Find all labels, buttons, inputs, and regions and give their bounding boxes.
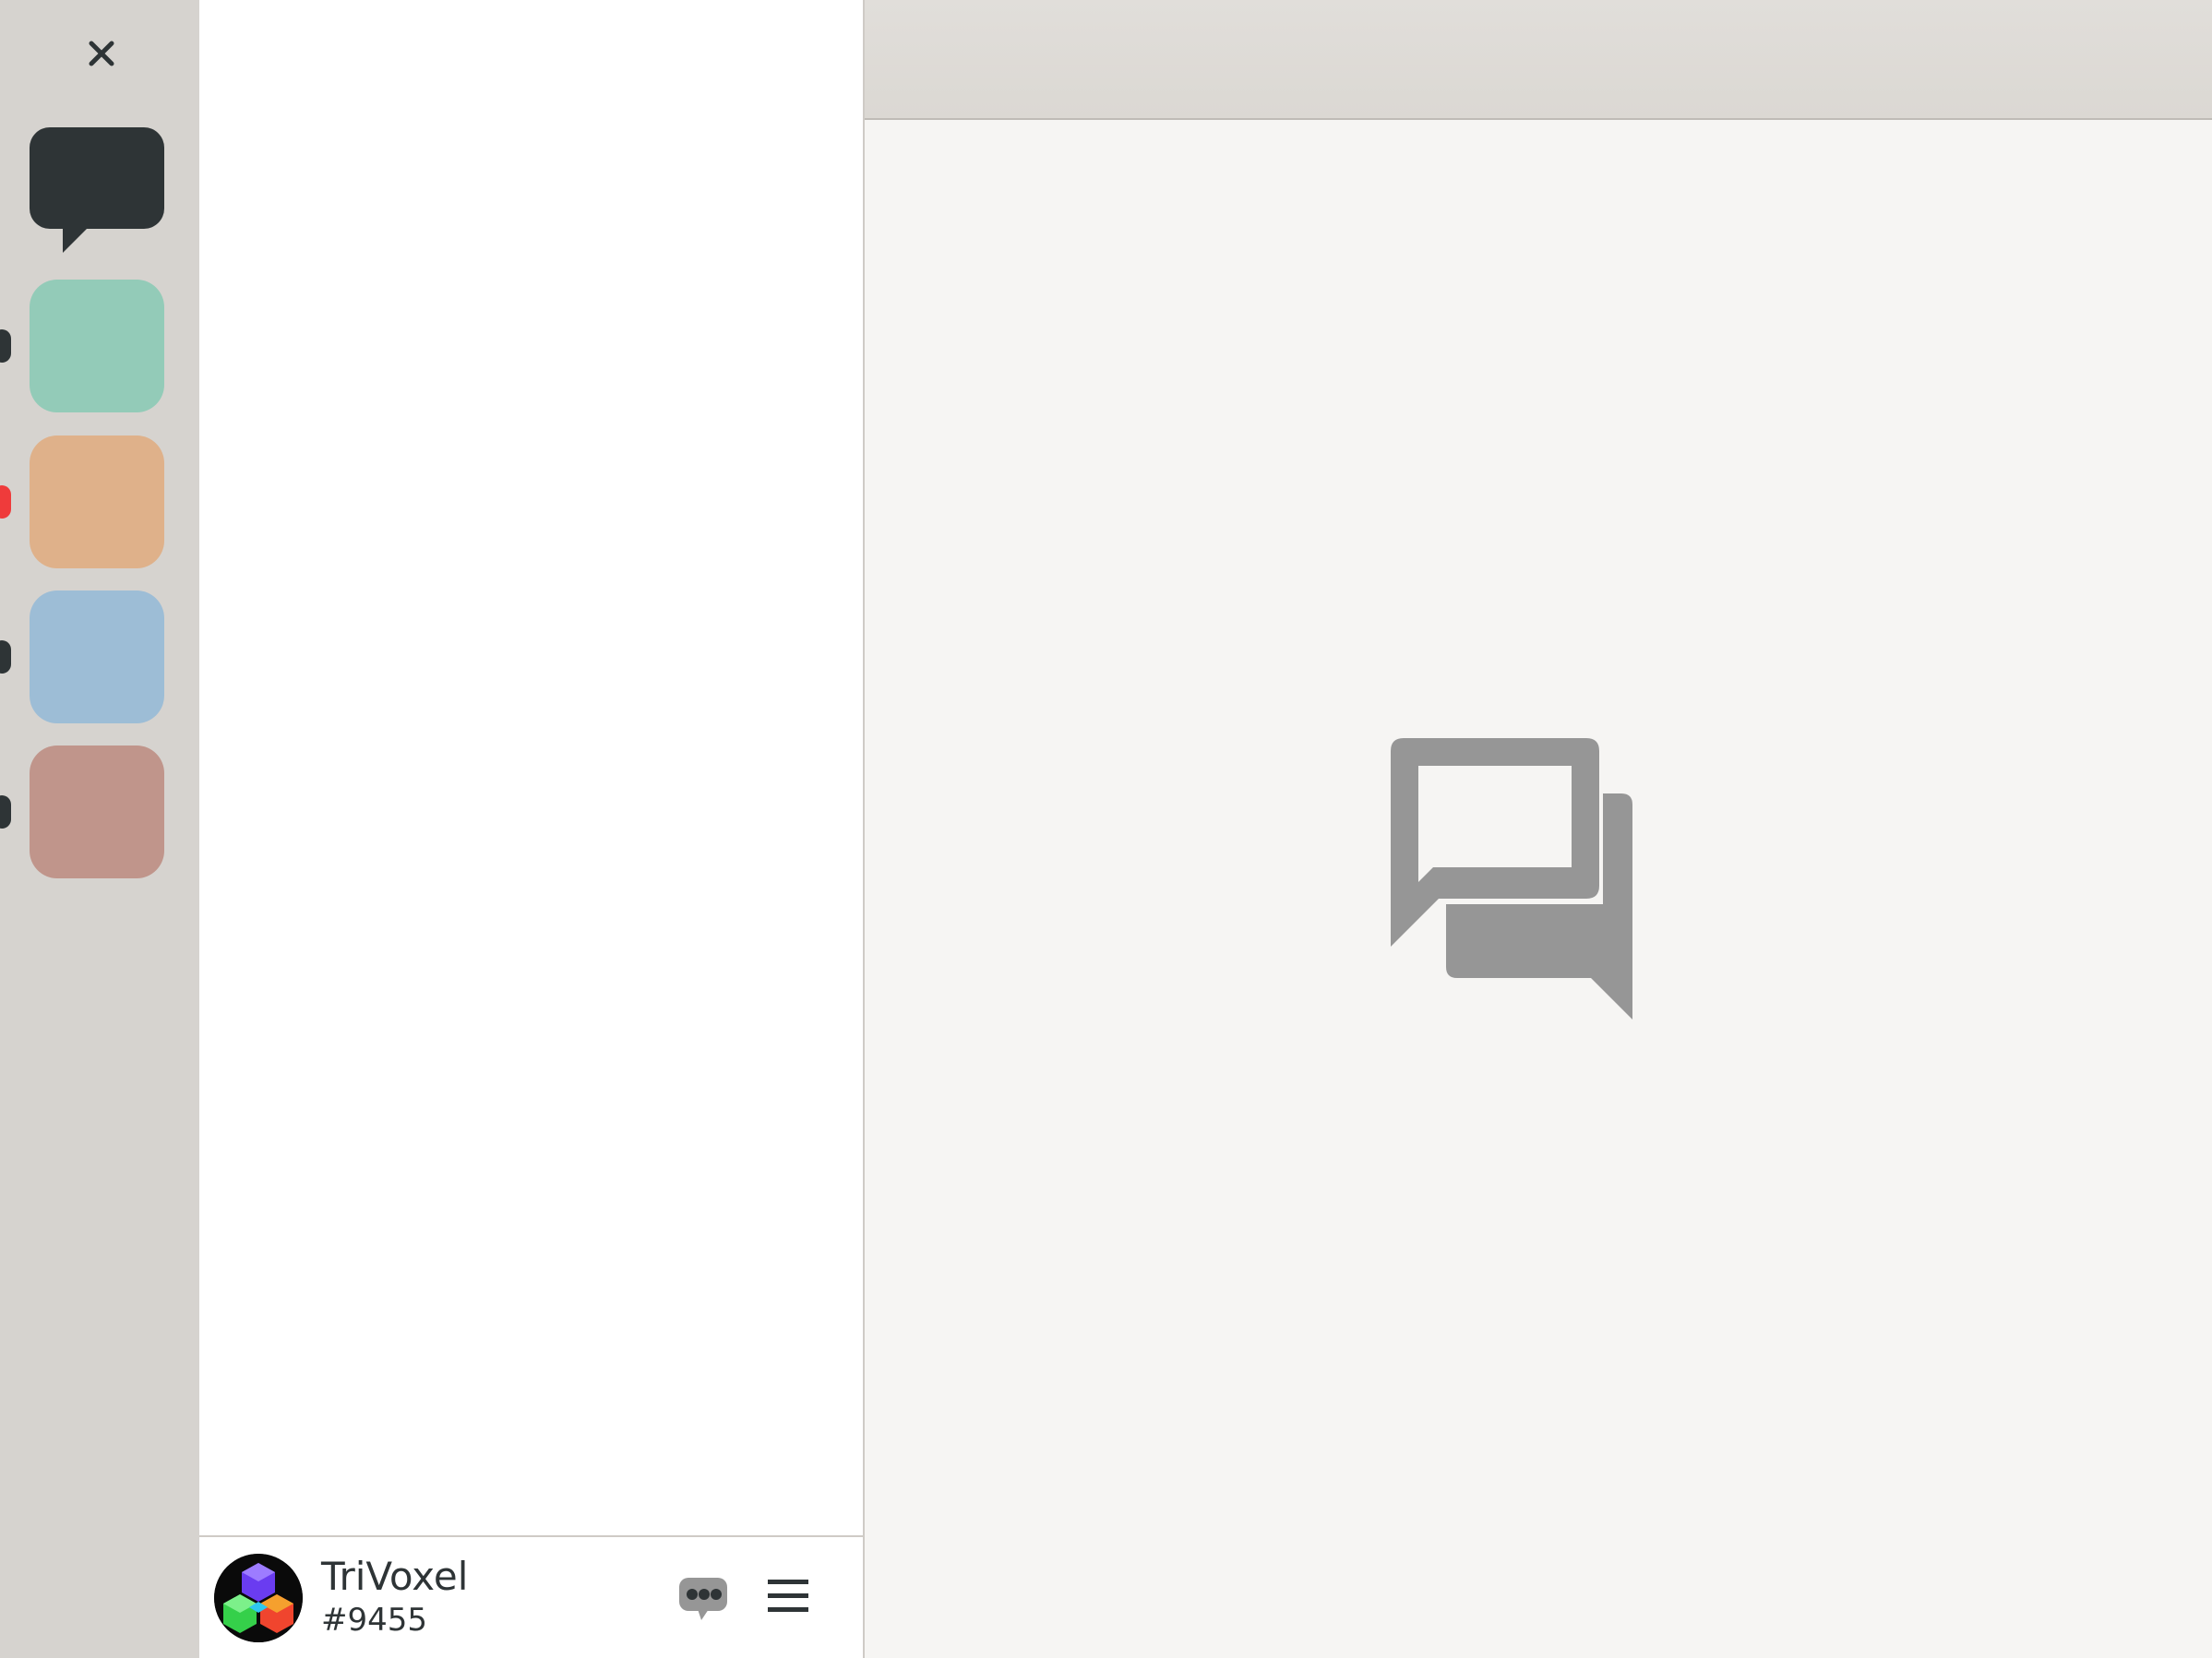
- server-icon-3[interactable]: [30, 590, 164, 723]
- server-icon-2[interactable]: [30, 435, 164, 568]
- cube-logo-icon: [214, 1554, 303, 1642]
- chat-bubble-icon: [30, 127, 164, 253]
- server-icon-1[interactable]: [30, 280, 164, 412]
- channel-list-panel: TriVoxel #9455: [199, 0, 865, 1658]
- main-menu-button[interactable]: [762, 1570, 818, 1622]
- close-icon: [89, 41, 114, 66]
- user-discriminator: #9455: [321, 1602, 428, 1639]
- conversation-placeholder: [1391, 738, 1677, 1024]
- server-indicator-3: [0, 640, 11, 674]
- server-indicator-1: [0, 329, 11, 363]
- typing-bubble-icon: [679, 1578, 727, 1620]
- username: TriVoxel: [321, 1554, 469, 1599]
- server-indicator-2: [0, 485, 11, 519]
- user-panel: TriVoxel #9455: [199, 1535, 863, 1658]
- header-bar: [865, 0, 2212, 120]
- main-content-area: [865, 0, 2212, 1658]
- server-rail: [0, 0, 198, 1658]
- server-icon-4[interactable]: [30, 746, 164, 878]
- server-indicator-4: [0, 795, 11, 829]
- avatar[interactable]: [214, 1554, 303, 1642]
- direct-messages-button[interactable]: [30, 127, 164, 256]
- close-button[interactable]: [74, 30, 129, 78]
- conversation-icon: [1391, 738, 1632, 1020]
- hamburger-menu-icon: [768, 1580, 808, 1612]
- status-button[interactable]: [677, 1570, 733, 1622]
